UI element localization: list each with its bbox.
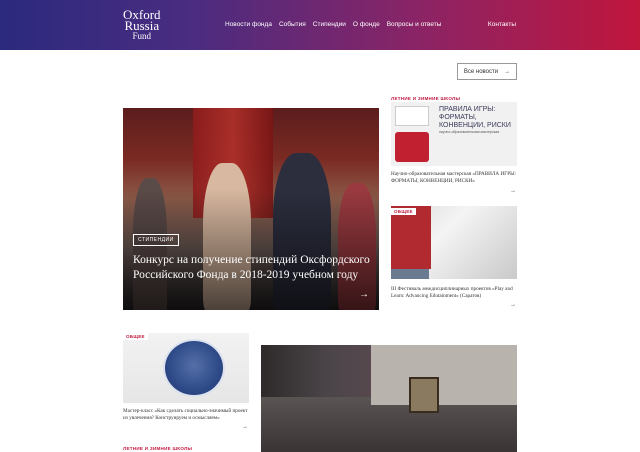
card-category[interactable]: ЛЕТНИЕ И ЗИМНИЕ ШКОЛЫ — [391, 96, 460, 101]
card-title[interactable]: Мастер-класс «Как сделать социально-знач… — [123, 408, 249, 422]
nav-item-about[interactable]: О фонде — [353, 21, 380, 28]
all-news-label: Все новости — [463, 68, 499, 75]
arrow-right-icon: → — [504, 68, 511, 75]
hero-category-tag[interactable]: СТИПЕНДИИ — [133, 234, 179, 246]
workshop-logo — [395, 106, 429, 126]
card-title[interactable]: Научно-образовательная мастерская «ПРАВИ… — [391, 171, 517, 185]
group-photo[interactable] — [261, 345, 517, 452]
hero-news-card[interactable]: СТИПЕНДИИ Конкурс на получение стипендий… — [123, 108, 379, 310]
card-category[interactable]: ОБЩЕЕ — [391, 208, 416, 215]
photo-wall — [371, 345, 517, 405]
nav-item-contacts[interactable]: Контакты — [488, 21, 516, 28]
nav-item-events[interactable]: События — [279, 21, 306, 28]
main-nav: Новости фонда События Стипендии О фонде … — [225, 21, 441, 28]
nav-item-news[interactable]: Новости фонда — [225, 21, 272, 28]
card-title[interactable]: III Фестиваль междисциплинарных проектов… — [391, 286, 517, 300]
stop-sign-image — [395, 132, 429, 162]
card-image[interactable]: ОБЩЕЕ — [391, 206, 517, 279]
photo-painting — [409, 377, 439, 413]
photo-person — [391, 269, 429, 279]
card-category[interactable]: ЛЕТНИЕ И ЗИМНИЕ ШКОЛЫ — [123, 446, 192, 451]
site-header: Oxford Russia Fund Новости фонда События… — [0, 0, 640, 50]
card-image[interactable]: ОБЩЕЕ — [123, 333, 249, 403]
arrow-right-icon[interactable]: → — [359, 289, 369, 300]
card-category[interactable]: ОБЩЕЕ — [123, 333, 148, 340]
logo-line-2: Russia — [124, 18, 160, 33]
medal-image — [163, 339, 225, 397]
nav-item-faq[interactable]: Вопросы и ответы — [387, 21, 442, 28]
hero-title[interactable]: Конкурс на получение стипендий Оксфордск… — [133, 253, 373, 283]
all-news-button[interactable]: Все новости → — [457, 63, 517, 80]
nav-item-scholarships[interactable]: Стипендии — [313, 21, 346, 28]
arrow-right-icon[interactable]: → — [242, 424, 248, 430]
card-image-subtitle: научно-образовательная мастерская — [439, 130, 500, 134]
card-image[interactable]: ПРАВИЛА ИГРЫ: ФОРМАТЫ, КОНВЕНЦИИ, РИСКИ … — [391, 102, 517, 166]
photo-person — [391, 206, 431, 269]
card-image-title: ПРАВИЛА ИГРЫ: ФОРМАТЫ, КОНВЕНЦИИ, РИСКИ — [439, 106, 511, 129]
site-logo[interactable]: Oxford Russia Fund — [123, 8, 161, 42]
arrow-right-icon[interactable]: → — [510, 188, 516, 194]
arrow-right-icon[interactable]: → — [510, 302, 516, 308]
